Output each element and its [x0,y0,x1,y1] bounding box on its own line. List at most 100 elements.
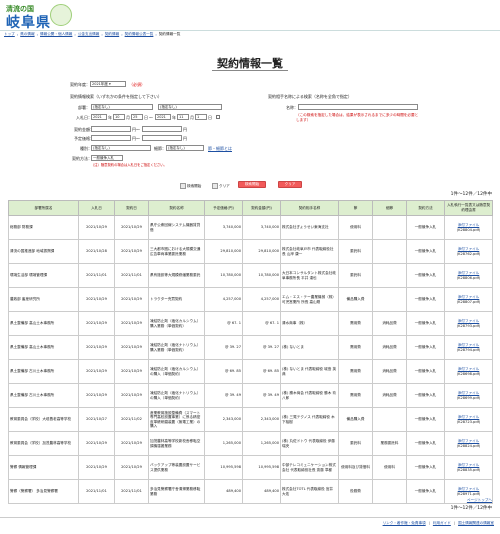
footer-divider [0,517,500,518]
table-cell: 2021/10/29 [114,359,149,384]
date-from-year[interactable]: 2021 [91,114,107,120]
attachment-link[interactable]: 添付ファイル [458,391,480,395]
table-cell: 警察（警察署） 多治見警察署 [8,479,79,504]
method-select[interactable]: 一般競争入札 [91,155,123,161]
table-cell: 2,343,000 [242,407,281,432]
fiscal-year-select[interactable]: 2021年度 ▾ [90,81,126,87]
table-cell: 加茂農林高等学校新校舎移転空調機運搬業務 [148,431,205,456]
table-cell[interactable]: 添付ファイル (K28762.pdf) [444,239,493,264]
page-top-link[interactable]: ページトップへ [467,498,492,503]
date-from-day[interactable]: 25 [131,114,143,120]
footer-link[interactable]: リンク・著作権・免責事項 [383,521,426,526]
budget-from-input[interactable] [91,135,131,141]
date-to-year[interactable]: 2021 [155,114,171,120]
dept-sub-select[interactable]: (指定なし) [158,104,222,110]
type-select[interactable]: (指定なし) [91,145,151,151]
amount-from-input[interactable] [91,126,131,132]
detail-select[interactable]: (指定なし) [166,145,204,151]
budget-to-input[interactable] [142,135,182,141]
table-cell[interactable]: 添付ファイル (K28699.pdf) [444,383,493,408]
breadcrumb-item[interactable]: 情報公開・個人情報 [40,32,72,37]
breadcrumb-item[interactable]: 県の情報 [20,32,34,37]
attachment-link[interactable]: 添付ファイル [458,367,480,371]
search-image-link[interactable]: 検索開始 [180,183,201,189]
method-note: （注）随意契約の場合は入札日をご指定ください。 [91,163,167,167]
breadcrumb-link[interactable]: トップ [4,32,15,36]
breadcrumb-separator: › [121,32,123,37]
attachment-link[interactable]: 添付ファイル [458,223,480,227]
breadcrumb-item: 契約情報一覧 [158,32,181,36]
search-button[interactable]: 検索開始 [238,181,266,188]
table-cell [372,239,407,264]
table-cell: 一般競争入札 [406,239,445,264]
table-cell: 2021/10/29 [114,215,149,240]
attachment-link[interactable]: 添付ファイル [458,415,480,419]
table-cell: 1,265,000 [204,431,243,456]
attachment-link[interactable]: 添付ファイル [458,271,480,275]
breadcrumb-separator: › [155,32,157,37]
partner-name-input[interactable] [298,104,418,110]
attachment-link[interactable]: 添付ファイル [458,343,480,347]
table-cell[interactable]: 添付ファイル (K28723.pdf) [444,407,493,432]
dept-select[interactable]: (指定なし) [91,104,153,110]
attachment-link[interactable]: 添付ファイル [458,295,480,299]
breadcrumb-link[interactable]: 契約情報 [105,32,119,36]
breadcrumb-item[interactable]: トップ [4,32,15,37]
amount-to-input[interactable] [142,126,182,132]
detail-label: 細節： [154,146,166,151]
attachment-filename: (K28806.pdf) [456,275,481,280]
date-to-month[interactable]: 11 [177,114,189,120]
breadcrumb-item[interactable]: 公金支出情報 [78,32,100,37]
attachment-link[interactable]: 添付ファイル [458,439,480,443]
breadcrumb-link[interactable]: 契約情報公表一覧 [125,32,154,36]
table-cell: 清流の国推進部 地域振興課 [8,239,79,264]
date-from-month[interactable]: 10 [113,114,125,120]
breadcrumb-item[interactable]: 契約情報 [105,32,119,37]
table-cell[interactable]: 添付ファイル (K28793.pdf) [444,311,493,336]
date-check[interactable] [216,115,220,119]
table-cell[interactable]: 添付ファイル (K28824.pdf) [444,431,493,456]
breadcrumb-item[interactable]: 契約情報公表一覧 [125,32,154,37]
attachment-filename: (K28824.pdf) [456,443,481,448]
date-to-day[interactable]: 1 [195,114,207,120]
attachment-link[interactable]: 添付ファイル [458,487,480,491]
table-cell: 4,257,000 [204,287,243,312]
table-cell: 中部テレコミュニケーション株式会社 代表取締役社長 斎藤 準都 [280,455,339,480]
table-cell: @ 39. 49 [242,383,281,408]
table-cell[interactable]: 添付ファイル (K28804.pdf) [444,215,493,240]
column-header: 入札執行一覧表又は随意契約理由書 [444,200,493,216]
clear-button[interactable]: クリア [278,181,302,188]
table-cell: @ 39. 27 [204,335,243,360]
table-cell[interactable]: 添付ファイル (K28806.pdf) [444,263,493,288]
table-cell: 株式会社ぎょうせい東海支社 [280,215,339,240]
attachment-link[interactable]: 添付ファイル [458,463,480,467]
logo-name: 岐阜県 [6,15,51,31]
table-cell[interactable]: 添付ファイル (K28835.pdf) [444,455,493,480]
table-cell: 2021/10/29 [78,215,115,240]
clear-image-link[interactable]: クリア [212,183,230,189]
table-cell: 2021/10/29 [114,431,149,456]
footer-separator: | [428,521,430,525]
table-cell: 10,995,598 [242,455,281,480]
footer-link[interactable]: 利用ガイド [433,521,451,526]
breadcrumb-link[interactable]: 県の情報 [20,32,34,36]
table-row: 総務部 財務課 2021/10/29 2021/10/29 県庁公衆回線システム機器賃… [8,215,493,240]
table-cell: 株式会社岐阜戸市 代表取締役社長 山岸 康一 [280,239,339,264]
column-header: 予定価格(円) [204,200,243,216]
table-row: 県土整備部 高山土木事務所 2021/10/29 2021/10/29 凍結防止剤（塩… [8,335,493,360]
breadcrumb: トップ › 県の情報 › 情報公開・個人情報 › 公金支出情報 › 契約情報 › 契約情報公表一覧 ›… [4,31,496,38]
table-cell: 需用費 [338,311,373,336]
footer-link[interactable]: 国土情報関連の情報室 [458,521,494,526]
table-cell: 2021/11/01 [114,263,149,288]
attachment-link[interactable]: 添付ファイル [458,247,480,251]
table-cell: エム・エス・テー農業機械（株）可児営業所 所長 高山剛 [280,287,339,312]
breadcrumb-link[interactable]: 情報公開・個人情報 [40,32,72,36]
detail-help-link[interactable]: 節・細節とは [208,146,232,152]
site-logo[interactable]: 清流の国 岐阜県 [6,4,72,31]
attachment-link[interactable]: 添付ファイル [458,319,480,323]
breadcrumb-link[interactable]: 公金支出情報 [78,32,100,36]
title-underline [212,70,288,71]
table-cell[interactable]: 添付ファイル (K28698.pdf) [444,359,493,384]
table-cell[interactable]: 添付ファイル (K28807.pdf) [444,287,493,312]
table-cell[interactable]: 添付ファイル (K28794.pdf) [444,335,493,360]
